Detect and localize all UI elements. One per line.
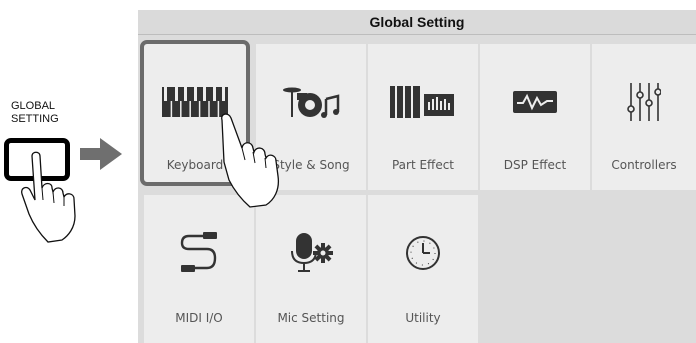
- window-title: Global Setting: [138, 10, 696, 35]
- clock-icon: [368, 231, 478, 275]
- dsp-waveform-icon: [480, 80, 590, 124]
- global-setting-label-line2: SETTING: [11, 113, 59, 125]
- global-setting-label: GLOBAL SETTING: [11, 100, 77, 126]
- tile-part-effect[interactable]: Part Effect: [368, 44, 478, 190]
- tile-dsp-effect[interactable]: DSP Effect: [480, 44, 590, 190]
- midi-cable-icon: [144, 231, 254, 275]
- pointing-hand-icon: [21, 151, 76, 243]
- tile-utility-label: Utility: [405, 311, 441, 325]
- microphone-gear-icon: [256, 231, 366, 275]
- sliders-icon: [592, 80, 696, 124]
- tile-part-effect-label: Part Effect: [391, 158, 455, 172]
- arrow-right-icon: [80, 138, 122, 170]
- tile-mic-setting-label: Mic Setting: [277, 311, 345, 325]
- global-setting-label-line1: GLOBAL: [11, 100, 56, 112]
- tile-midi-io-label: MIDI I/O: [175, 311, 223, 325]
- tile-midi-io[interactable]: MIDI I/O: [144, 195, 254, 343]
- tile-controllers-label: Controllers: [611, 158, 677, 172]
- tile-controllers[interactable]: Controllers: [592, 44, 696, 190]
- part-effect-icon: [368, 80, 478, 124]
- tile-dsp-effect-label: DSP Effect: [503, 158, 567, 172]
- tile-mic-setting[interactable]: Mic Setting: [256, 195, 366, 343]
- touch-hand-icon: [221, 113, 280, 208]
- tile-utility[interactable]: Utility: [368, 195, 478, 343]
